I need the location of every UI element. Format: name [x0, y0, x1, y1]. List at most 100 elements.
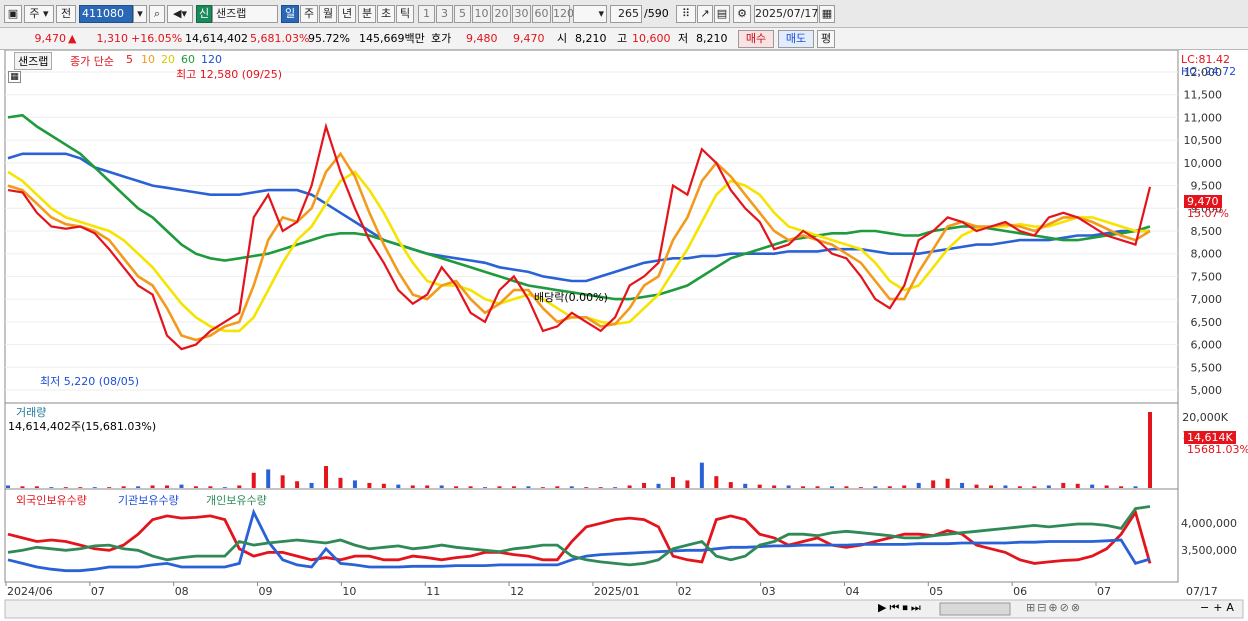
volume-value: 14,614,402 [185, 32, 248, 45]
interval-1-button[interactable]: 1 [418, 5, 435, 23]
volume-bar [945, 478, 950, 488]
window-icon[interactable]: ▣ [4, 5, 22, 23]
period-tick-button[interactable]: 틱 [396, 5, 414, 23]
date-label: 09 [259, 585, 273, 598]
volume-bar [367, 482, 372, 488]
volume-bar [1061, 482, 1066, 488]
volume-bar [381, 483, 386, 488]
hoga-bid: 9,470 [513, 32, 545, 45]
interval-20-button[interactable]: 20 [492, 5, 511, 23]
hoga-label: 호가 [431, 32, 452, 45]
volume-bar [916, 482, 921, 488]
volume-bar [656, 483, 661, 488]
volume-bar [1148, 412, 1152, 488]
date-label: 07 [1097, 585, 1111, 598]
tool-icons[interactable]: ⊞⊟⊕⊘⊗ [1026, 601, 1082, 614]
volume-bar [627, 485, 632, 488]
date-end-label: 07/17 [1186, 585, 1218, 598]
volume-bar [49, 487, 54, 488]
period-second-button[interactable]: 초 [377, 5, 395, 23]
new-badge: 신 [196, 5, 212, 23]
volume-bar [1104, 485, 1109, 488]
volume-bar [92, 487, 97, 488]
hc-label: HC:-24.72 [1181, 65, 1237, 78]
date-label: 12 [510, 585, 524, 598]
scrollbar-thumb[interactable] [939, 602, 1011, 616]
legend-individual: 개인보유수량 [206, 494, 267, 507]
calendar-icon[interactable]: ▦ [819, 5, 835, 23]
nav-controls[interactable]: ▶⏮⏹⏭ [878, 601, 924, 615]
volume-bar [338, 477, 343, 488]
volume-bar [309, 482, 314, 488]
sell-button[interactable]: 매도 [778, 30, 814, 48]
code-dropdown-icon[interactable]: ▾ [133, 5, 147, 23]
date-input[interactable]: 2025/07/17 [754, 5, 818, 23]
eval-button[interactable]: 평 [817, 30, 835, 48]
volume-bar [295, 481, 300, 488]
high-label: 고 [617, 32, 628, 45]
interval-60-button[interactable]: 60 [532, 5, 551, 23]
high-annotation: 최고 12,580 (09/25) [176, 68, 283, 81]
volume-bar [699, 462, 704, 488]
count-input[interactable]: 265 [610, 5, 642, 23]
interval-5-button[interactable]: 5 [454, 5, 471, 23]
interval-10-button[interactable]: 10 [472, 5, 491, 23]
interval-120-button[interactable]: 120 [552, 5, 574, 23]
volume-bar [757, 484, 762, 488]
volume-bar [613, 487, 618, 488]
volume-bar [598, 487, 603, 488]
volume-bar [425, 485, 430, 488]
volume-bar [902, 485, 907, 488]
holding-tick-label: 3,500,000 [1181, 544, 1237, 557]
date-label: 2025/01 [594, 585, 640, 598]
stock-code-input[interactable]: 411080 [79, 5, 133, 23]
volume-bar [150, 485, 155, 488]
ma-20-label: 20 [161, 53, 175, 66]
market-select[interactable]: 주 ▾ [24, 5, 54, 23]
volume-bar [887, 486, 892, 488]
volume-bar [222, 487, 227, 488]
price-tick-label: 8,500 [1191, 225, 1223, 238]
date-label: 2024/06 [7, 585, 53, 598]
interval-dropdown[interactable]: ▾ [573, 5, 607, 23]
interval-3-button[interactable]: 3 [436, 5, 453, 23]
save-icon[interactable]: ▤ [714, 5, 730, 23]
table-icon[interactable]: ▦ [8, 71, 21, 83]
price-tick-label: 5,000 [1191, 384, 1223, 397]
period-year-button[interactable]: 년 [338, 5, 356, 23]
current-pct-tag: 15.07% [1187, 207, 1229, 220]
prev-button[interactable]: 전 [56, 5, 76, 23]
period-day-button[interactable]: 일 [281, 5, 299, 23]
volume-tick-label: 20,000K [1182, 411, 1228, 424]
low-annotation: 최저 5,220 (08/05) [40, 375, 140, 388]
ma-60-label: 60 [181, 53, 195, 66]
volume-bar [974, 484, 979, 488]
chart-area[interactable]: 5,000 5,500 6,000 6,500 7,000 7,500 8,000 8,500… [0, 50, 1248, 621]
volume-bar [280, 475, 285, 488]
volume-bar [497, 486, 502, 488]
volume-bar [468, 486, 473, 488]
date-label: 04 [845, 585, 859, 598]
stock-name-field[interactable]: 샌즈랩 [212, 5, 278, 23]
period-month-button[interactable]: 월 [319, 5, 337, 23]
low-price: 8,210 [696, 32, 728, 45]
open-label: 시 [557, 32, 568, 45]
period-minute-button[interactable]: 분 [358, 5, 376, 23]
zoom-controls[interactable]: −+A [1200, 601, 1238, 614]
gear-icon[interactable]: ⚙ [733, 5, 751, 23]
stock-tab[interactable]: 샌즈랩 [14, 52, 53, 70]
interval-30-button[interactable]: 30 [512, 5, 531, 23]
open-price: 8,210 [575, 32, 607, 45]
volume-bar [555, 486, 560, 488]
volume-bar [1032, 486, 1037, 488]
draw-icon[interactable]: ↗ [697, 5, 713, 23]
search-icon[interactable]: ⌕ [149, 5, 165, 23]
period-week-button[interactable]: 주 [300, 5, 318, 23]
volume-bar [324, 466, 329, 488]
price-tick-label: 8,000 [1191, 248, 1223, 261]
speaker-icon[interactable]: ◀▾ [167, 5, 193, 23]
buy-button[interactable]: 매수 [738, 30, 774, 48]
volume-bar [121, 486, 126, 488]
grid-icon[interactable]: ⠿ [676, 5, 696, 23]
price-tick-label: 7,000 [1191, 293, 1223, 306]
